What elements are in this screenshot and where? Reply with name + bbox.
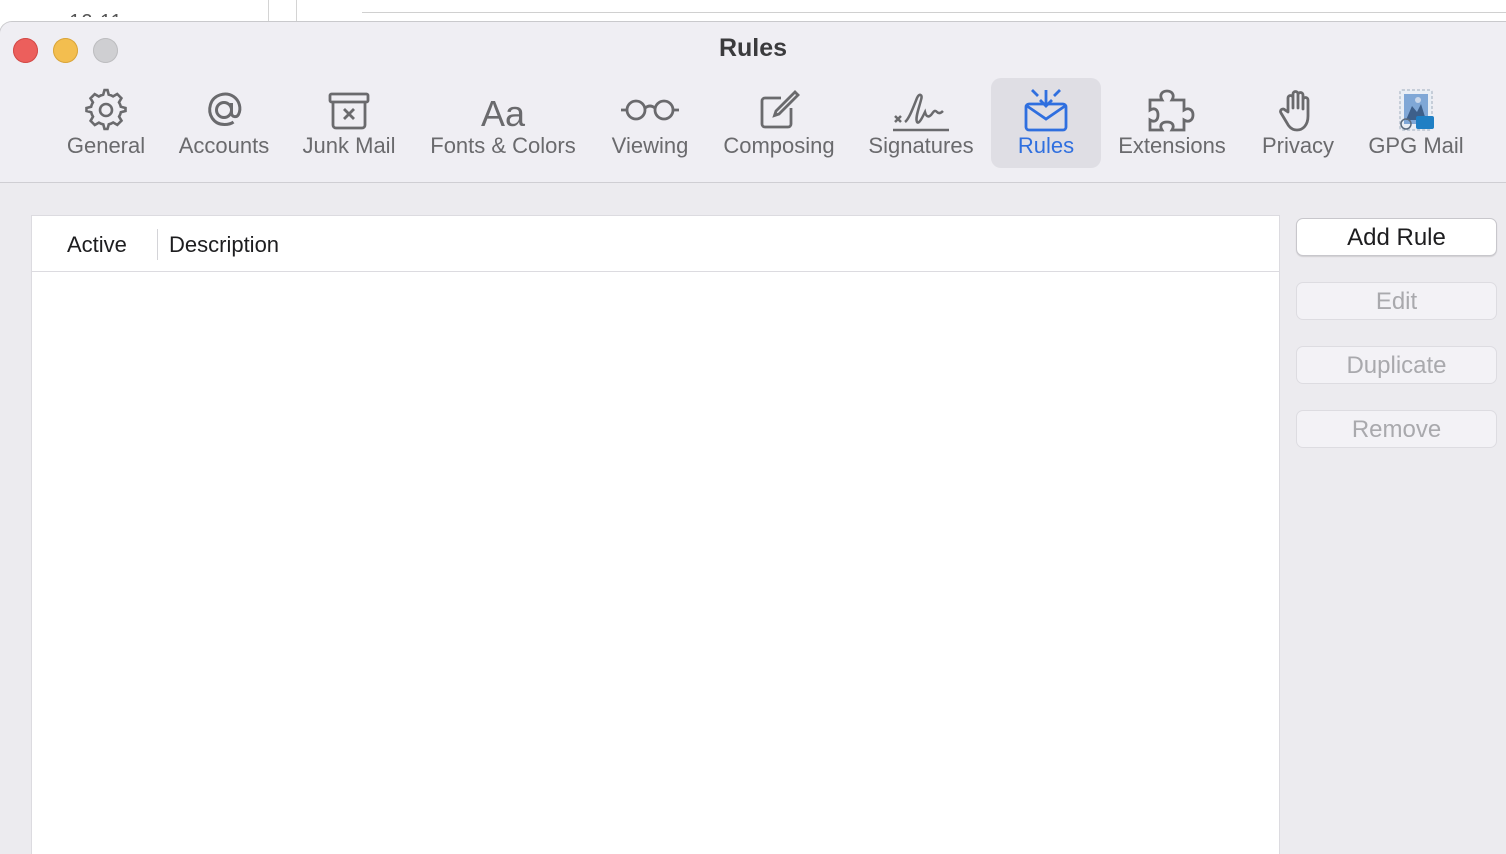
toolbar-extensions-label: Extensions <box>1118 133 1226 158</box>
toolbar-extensions[interactable]: Extensions <box>1109 78 1235 168</box>
toolbar-fonts-colors[interactable]: Aa Fonts & Colors <box>420 78 586 168</box>
glasses-icon <box>621 99 679 121</box>
puzzle-piece-icon <box>1148 89 1195 132</box>
toolbar-composing-label: Composing <box>723 133 835 158</box>
window-toolbar: Rules General Accounts Junk Mail Aa Font… <box>0 22 1506 183</box>
window-title: Rules <box>718 34 788 62</box>
toolbar-viewing-label: Viewing <box>611 133 689 158</box>
background-divider <box>362 12 1506 13</box>
toolbar-general[interactable]: General <box>57 78 155 168</box>
toolbar-fonts-colors-label: Fonts & Colors <box>430 133 576 158</box>
background-app-window: rary ... 12:11 <box>0 0 1506 24</box>
svg-text:Aa: Aa <box>481 93 526 134</box>
toolbar-gpg-mail[interactable]: GPG Mail <box>1361 78 1471 168</box>
column-header-description[interactable]: Description <box>169 232 279 258</box>
background-divider <box>268 0 269 24</box>
toolbar-accounts[interactable]: Accounts <box>170 78 278 168</box>
duplicate-rule-button[interactable]: Duplicate <box>1296 346 1497 384</box>
remove-rule-button[interactable]: Remove <box>1296 410 1497 448</box>
background-app-text: rary ... 12:11 <box>0 7 123 17</box>
at-sign-icon <box>208 92 242 127</box>
table-header: Active Description <box>32 216 1279 272</box>
compose-pencil-icon <box>760 90 800 129</box>
toolbar-privacy-label: Privacy <box>1261 133 1335 158</box>
toolbar-general-label: General <box>66 133 146 158</box>
toolbar-signatures-label: Signatures <box>868 133 974 158</box>
background-divider <box>296 0 297 24</box>
toolbar-privacy[interactable]: Privacy <box>1250 78 1346 168</box>
signature-icon <box>893 93 949 132</box>
toolbar-junk-mail[interactable]: Junk Mail <box>293 78 405 168</box>
edit-rule-button[interactable]: Edit <box>1296 282 1497 320</box>
rules-table[interactable]: Active Description <box>31 215 1280 854</box>
gpg-mail-stamp-icon <box>1399 89 1434 131</box>
column-header-active[interactable]: Active <box>67 232 127 258</box>
hand-icon <box>1279 90 1310 132</box>
column-divider <box>157 229 158 260</box>
toolbar-signatures[interactable]: Signatures <box>859 78 983 168</box>
toolbar-accounts-label: Accounts <box>178 133 270 158</box>
toolbar-rules-label: Rules <box>1017 133 1075 158</box>
toolbar-gpg-mail-label: GPG Mail <box>1368 133 1464 158</box>
junk-mail-bin-icon <box>328 92 370 130</box>
preferences-window: Rules General Accounts Junk Mail Aa Font… <box>0 22 1506 854</box>
rules-envelope-icon <box>1024 89 1068 132</box>
toolbar-viewing[interactable]: Viewing <box>601 78 699 168</box>
add-rule-button[interactable]: Add Rule <box>1296 218 1497 256</box>
fonts-aa-icon: Aa <box>481 93 526 134</box>
toolbar-junk-mail-label: Junk Mail <box>302 133 396 158</box>
toolbar-rules[interactable]: Rules <box>991 78 1101 168</box>
gear-icon <box>85 88 127 131</box>
toolbar-composing[interactable]: Composing <box>714 78 844 168</box>
